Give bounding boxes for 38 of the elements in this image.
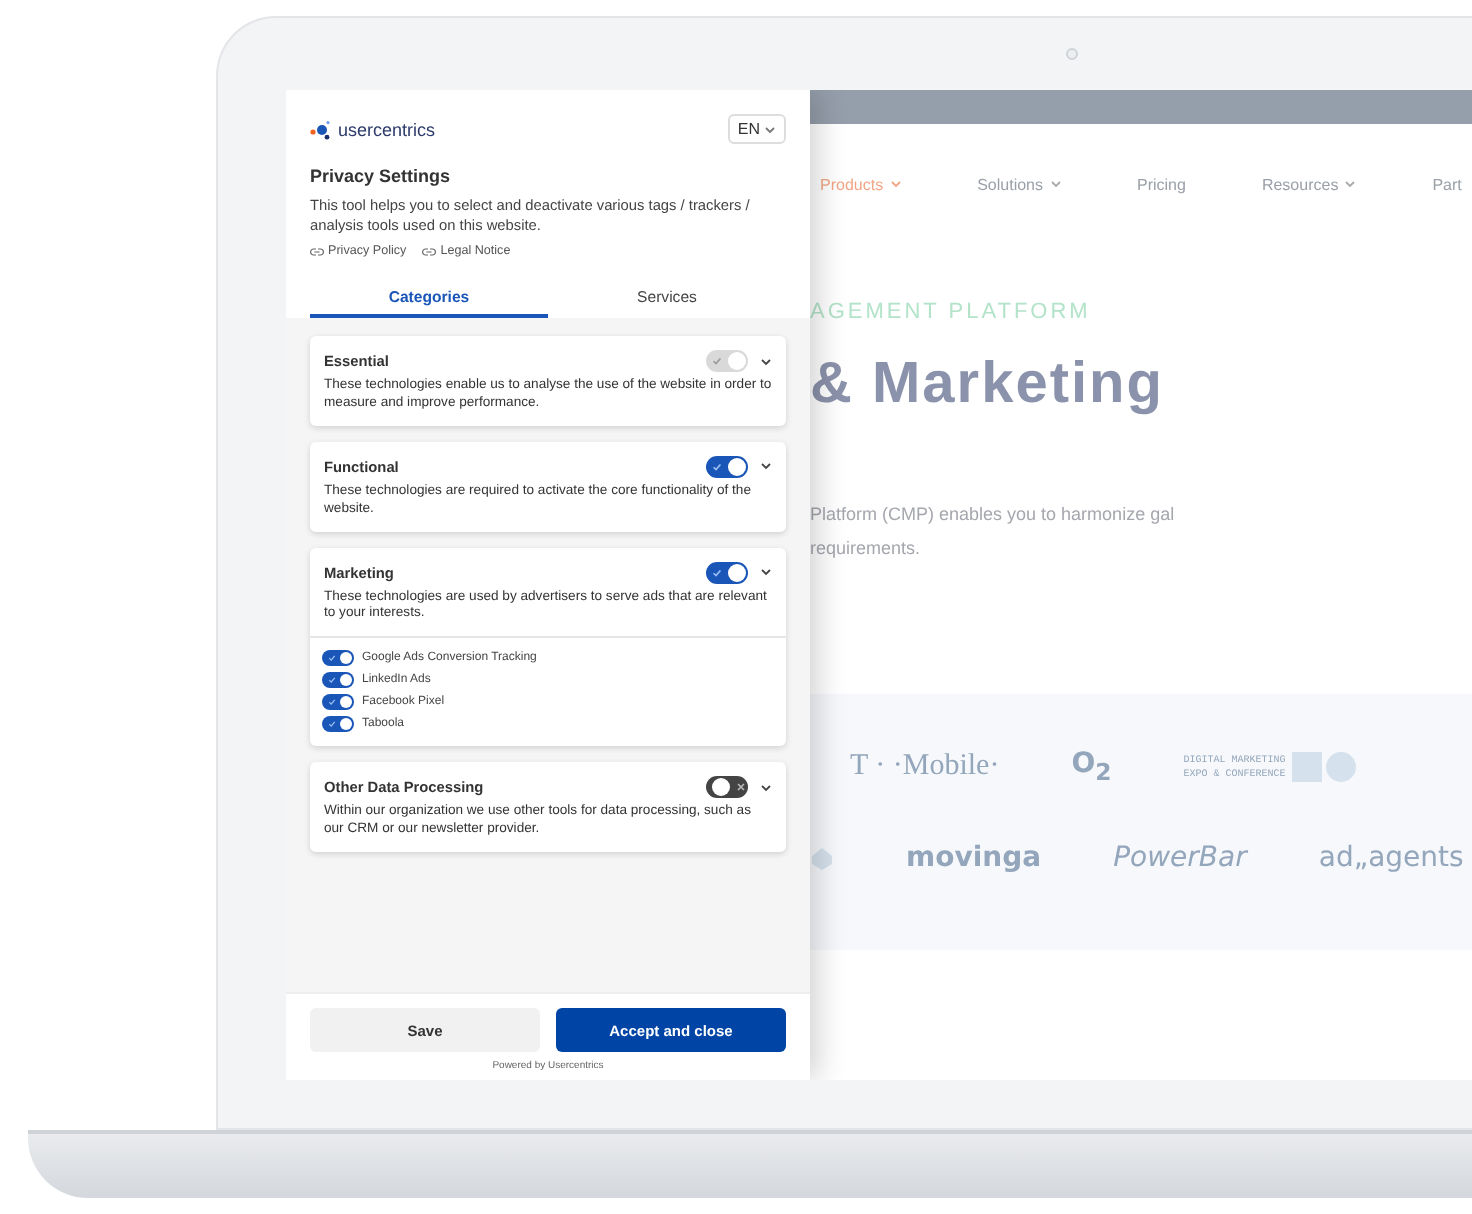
brand-name: usercentrics xyxy=(338,119,436,139)
toggle-switch[interactable] xyxy=(322,694,354,711)
caret-icon xyxy=(1344,180,1357,188)
link-icon xyxy=(310,247,324,256)
logo: ad„agents xyxy=(1318,840,1464,877)
panel-title: Privacy Settings xyxy=(310,166,453,186)
toggle-switch[interactable] xyxy=(322,650,354,667)
check-icon xyxy=(712,356,722,367)
logo: movinga xyxy=(906,840,1042,877)
caret-icon xyxy=(760,462,772,471)
caret-icon xyxy=(760,783,772,792)
caret-icon xyxy=(764,125,776,133)
lead-text: Platform (CMP) enables you to harmonize gal requirements. xyxy=(810,502,1177,563)
cross-icon xyxy=(736,782,746,793)
logo: O$_{2}$ xyxy=(1071,746,1112,789)
language-dropdown[interactable]: EN xyxy=(727,114,786,144)
logo: T · ·Mobile· xyxy=(850,747,1000,786)
check-icon xyxy=(328,654,336,663)
check-icon xyxy=(328,720,336,729)
logo: PowerBar xyxy=(1113,840,1247,877)
link-icon xyxy=(422,247,437,256)
toggle-switch[interactable] xyxy=(706,455,748,478)
eyebrow-text: AGEMENT PLATFORM xyxy=(810,300,1093,324)
check-icon xyxy=(328,676,336,685)
logo-icon xyxy=(310,119,334,139)
check-icon xyxy=(328,698,336,707)
toggle-switch[interactable] xyxy=(322,716,354,733)
caret-icon xyxy=(760,357,772,366)
headline: & Marketing xyxy=(810,352,1166,418)
check-icon xyxy=(712,567,722,578)
caret-icon xyxy=(889,180,902,188)
camera-icon xyxy=(1066,48,1078,60)
check-icon xyxy=(712,461,722,472)
caret-icon xyxy=(1049,180,1061,188)
toggle-switch[interactable] xyxy=(322,672,354,689)
toggle-switch[interactable] xyxy=(706,561,748,584)
caret-icon xyxy=(760,568,772,577)
toggle-switch[interactable] xyxy=(706,776,748,799)
